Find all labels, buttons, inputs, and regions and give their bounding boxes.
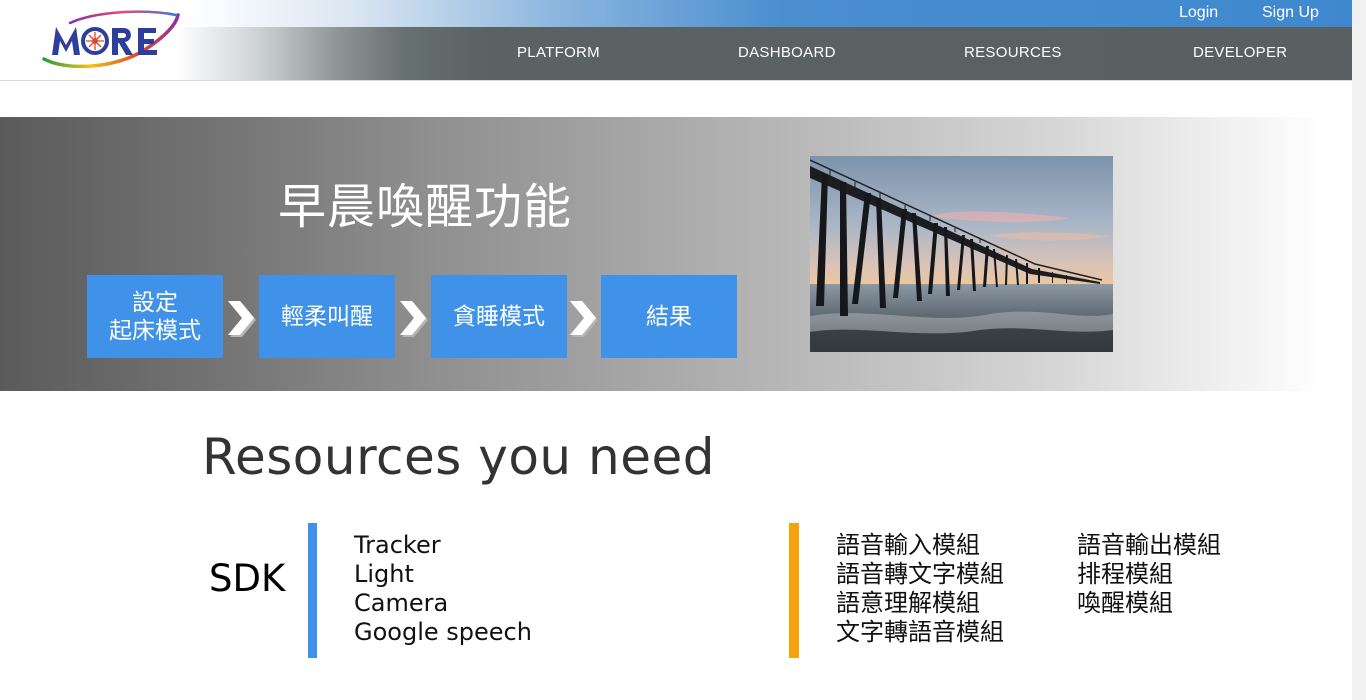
nav-dashboard[interactable]: DASHBOARD [738,44,836,61]
list-item[interactable]: 語音輸出模組 [1077,531,1221,560]
step-label: 輕柔叫醒 [281,303,373,330]
site-header: Login Sign Up PLATFORM DASHBOARD RESOURC… [0,0,1352,81]
top-bar: Login Sign Up [0,0,1352,27]
step-label: 結果 [646,303,692,330]
list-item[interactable]: 喚醒模組 [1077,589,1221,618]
step-gentle-wake[interactable]: 輕柔叫醒 [259,275,395,358]
login-link[interactable]: Login [1179,4,1218,22]
hero-banner: 早晨喚醒功能 設定 起床模式 輕柔叫醒 貪睡模式 結果 [0,117,1352,391]
hero-title: 早晨喚醒功能 [278,179,573,235]
sdk-list: Tracker Light Camera Google speech [354,531,532,647]
modules-list-column-1: 語音輸入模組 語音轉文字模組 語意理解模組 文字轉語音模組 [836,531,1004,647]
list-item[interactable]: 文字轉語音模組 [836,618,1004,647]
step-snooze-mode[interactable]: 貪睡模式 [431,275,567,358]
resources-heading: Resources you need [202,428,715,486]
step-label: 設定 起床模式 [109,289,201,345]
nav-platform[interactable]: PLATFORM [517,44,600,61]
list-item[interactable]: Google speech [354,618,532,647]
page-scrollbar[interactable] [1352,0,1366,700]
step-label-line1: 設定 [132,289,178,316]
signup-link[interactable]: Sign Up [1262,4,1319,22]
chevron-right-icon [228,301,256,337]
modules-list-column-2: 語音輸出模組 排程模組 喚醒模組 [1077,531,1221,618]
list-item[interactable]: Light [354,560,532,589]
pier-sunrise-photo [810,156,1113,352]
list-item[interactable]: Tracker [354,531,532,560]
list-item[interactable]: 語音輸入模組 [836,531,1004,560]
step-result[interactable]: 結果 [601,275,737,358]
more-logo[interactable] [36,9,186,71]
sdk-label: SDK [209,557,286,600]
list-item[interactable]: 語音轉文字模組 [836,560,1004,589]
step-label: 貪睡模式 [453,303,545,330]
nav-developer[interactable]: DEVELOPER [1193,44,1287,61]
list-item[interactable]: 排程模組 [1077,560,1221,589]
modules-accent-bar [789,523,799,658]
sdk-accent-bar [308,523,317,658]
chevron-right-icon [570,301,598,337]
main-nav: PLATFORM DASHBOARD RESOURCES DEVELOPER [0,27,1352,80]
step-label-line2: 起床模式 [109,317,201,344]
nav-resources[interactable]: RESOURCES [964,44,1062,61]
list-item[interactable]: Camera [354,589,532,618]
list-item[interactable]: 語意理解模組 [836,589,1004,618]
step-set-wake-mode[interactable]: 設定 起床模式 [87,275,223,358]
chevron-right-icon [400,301,428,337]
